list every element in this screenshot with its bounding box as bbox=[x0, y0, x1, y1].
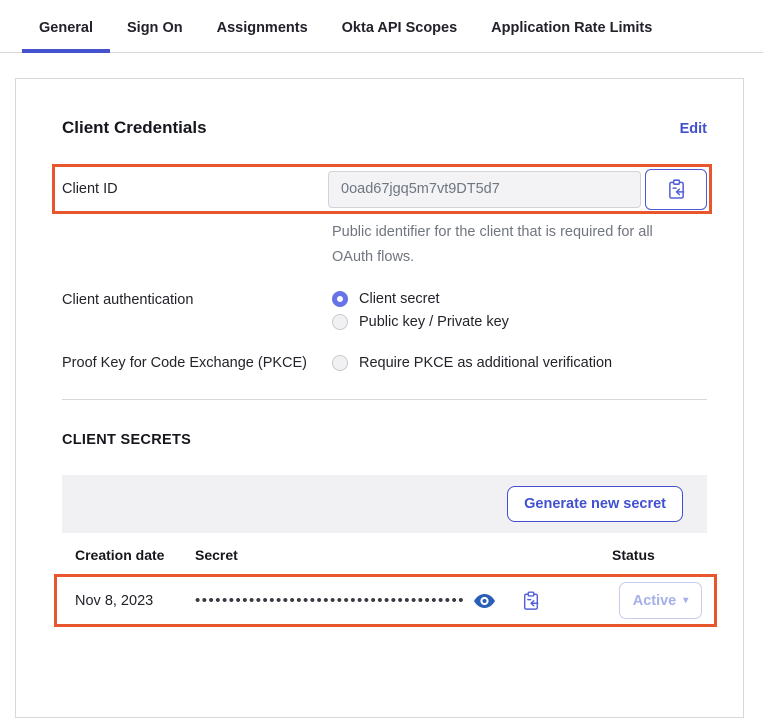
client-authentication-label: Client authentication bbox=[62, 291, 332, 330]
client-id-input-group: 0oad67jgq5m7vt9DT5d7 bbox=[328, 169, 707, 210]
general-settings-card: Client Credentials Edit Client ID 0oad67… bbox=[15, 78, 744, 718]
client-authentication-row: Client authentication Client secret Publ… bbox=[62, 291, 707, 330]
tab-sign-on[interactable]: Sign On bbox=[110, 14, 200, 53]
pkce-row: Proof Key for Code Exchange (PKCE) Requi… bbox=[62, 354, 707, 371]
radio-selected-icon[interactable] bbox=[332, 291, 348, 307]
client-credentials-title: Client Credentials bbox=[62, 118, 207, 138]
copy-client-id-button[interactable] bbox=[645, 169, 707, 210]
client-credentials-header: Client Credentials Edit bbox=[62, 118, 707, 138]
section-divider bbox=[62, 399, 707, 400]
edit-link[interactable]: Edit bbox=[680, 121, 707, 137]
secret-creation-date: Nov 8, 2023 bbox=[75, 593, 195, 609]
client-id-highlight-box: Client ID 0oad67jgq5m7vt9DT5d7 bbox=[52, 164, 712, 214]
checkbox-unchecked-icon[interactable] bbox=[332, 355, 348, 371]
clipboard-copy-icon bbox=[667, 179, 686, 200]
secret-row-highlight-box: Nov 8, 2023 ••••••••••••••••••••••••••••… bbox=[54, 574, 717, 627]
pkce-option-label: Require PKCE as additional verification bbox=[359, 355, 612, 371]
radio-unselected-icon[interactable] bbox=[332, 314, 348, 330]
client-secrets-title: CLIENT SECRETS bbox=[62, 432, 707, 448]
secret-masked-cell: •••••••••••••••••••••••••••••••••••••••• bbox=[195, 591, 540, 611]
radio-client-secret-label: Client secret bbox=[359, 291, 440, 307]
secrets-table-header: Creation date Secret Status bbox=[62, 533, 707, 575]
header-status: Status bbox=[612, 547, 707, 563]
pkce-label: Proof Key for Code Exchange (PKCE) bbox=[62, 354, 332, 371]
status-label: Active bbox=[633, 593, 677, 609]
status-dropdown-button[interactable]: Active ▾ bbox=[619, 582, 702, 619]
reveal-secret-button[interactable] bbox=[474, 594, 495, 608]
client-id-help-text: Public identifier for the client that is… bbox=[332, 220, 662, 270]
clipboard-copy-icon bbox=[522, 591, 540, 611]
tab-okta-api-scopes[interactable]: Okta API Scopes bbox=[325, 14, 475, 53]
copy-secret-button[interactable] bbox=[522, 591, 540, 611]
radio-client-secret[interactable]: Client secret bbox=[332, 291, 509, 307]
tab-application-rate-limits[interactable]: Application Rate Limits bbox=[474, 14, 669, 53]
radio-public-private-key[interactable]: Public key / Private key bbox=[332, 314, 509, 330]
client-id-value-field[interactable]: 0oad67jgq5m7vt9DT5d7 bbox=[328, 171, 641, 208]
tab-assignments[interactable]: Assignments bbox=[200, 14, 325, 53]
eye-icon bbox=[474, 594, 495, 608]
masked-secret-value: •••••••••••••••••••••••••••••••••••••••• bbox=[195, 593, 465, 608]
client-id-label: Client ID bbox=[62, 181, 328, 197]
radio-public-private-key-label: Public key / Private key bbox=[359, 314, 509, 330]
pkce-checkbox-option[interactable]: Require PKCE as additional verification bbox=[332, 354, 612, 371]
generate-new-secret-button[interactable]: Generate new secret bbox=[507, 486, 683, 522]
header-secret: Secret bbox=[195, 547, 612, 563]
chevron-down-icon: ▾ bbox=[683, 596, 688, 606]
client-secrets-toolbar: Generate new secret bbox=[62, 475, 707, 533]
tab-general[interactable]: General bbox=[22, 14, 110, 53]
header-creation-date: Creation date bbox=[75, 547, 195, 563]
app-tab-bar: General Sign On Assignments Okta API Sco… bbox=[0, 0, 763, 53]
